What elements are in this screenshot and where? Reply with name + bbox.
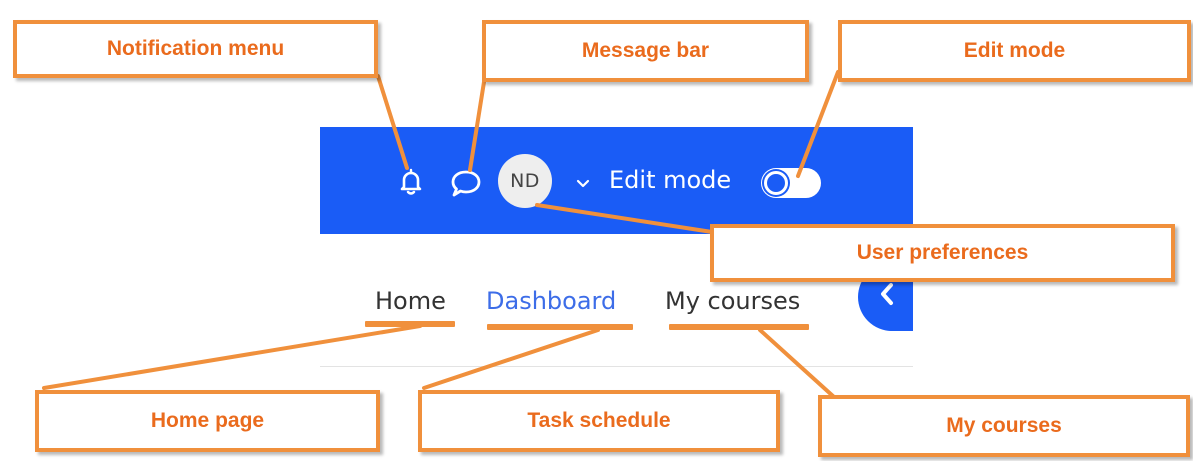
callout-task-schedule: Task schedule — [418, 390, 780, 452]
chevron-left-icon — [881, 283, 893, 305]
nav-dashboard-link[interactable]: Dashboard — [486, 285, 616, 317]
edit-mode-toggle[interactable] — [761, 168, 821, 198]
avatar-initials: ND — [510, 170, 540, 192]
callout-label: My courses — [946, 414, 1062, 437]
callout-label: Home page — [150, 409, 265, 432]
callout-home-page: Home page — [35, 390, 380, 452]
nav-my-courses-link[interactable]: My courses — [665, 285, 800, 317]
leader-my-courses — [758, 328, 836, 399]
edit-mode-label: Edit mode — [609, 166, 732, 194]
toggle-knob — [764, 171, 788, 195]
divider — [320, 366, 913, 367]
leader-dashboard — [422, 328, 600, 390]
chevron-down-icon[interactable] — [575, 178, 591, 190]
callout-edit-mode: Edit mode — [838, 20, 1191, 82]
avatar[interactable]: ND — [498, 154, 552, 208]
callout-my-courses: My courses — [818, 395, 1190, 457]
callout-label: Notification menu — [106, 37, 285, 60]
callout-label: User preferences — [856, 241, 1029, 264]
callout-message-bar: Message bar — [482, 20, 809, 82]
nav-home-link[interactable]: Home — [375, 285, 446, 317]
bell-icon[interactable] — [398, 168, 424, 196]
my-courses-highlight-mark — [669, 324, 809, 330]
home-highlight-mark — [365, 321, 455, 327]
callout-label: Edit mode — [963, 39, 1066, 62]
dashboard-highlight-mark — [487, 324, 633, 330]
callout-label: Message bar — [581, 39, 710, 62]
callout-notification-menu: Notification menu — [13, 20, 378, 78]
leader-home — [42, 324, 422, 390]
chat-bubble-icon[interactable] — [450, 168, 482, 198]
callout-user-preferences: User preferences — [710, 224, 1175, 282]
callout-label: Task schedule — [527, 409, 671, 432]
